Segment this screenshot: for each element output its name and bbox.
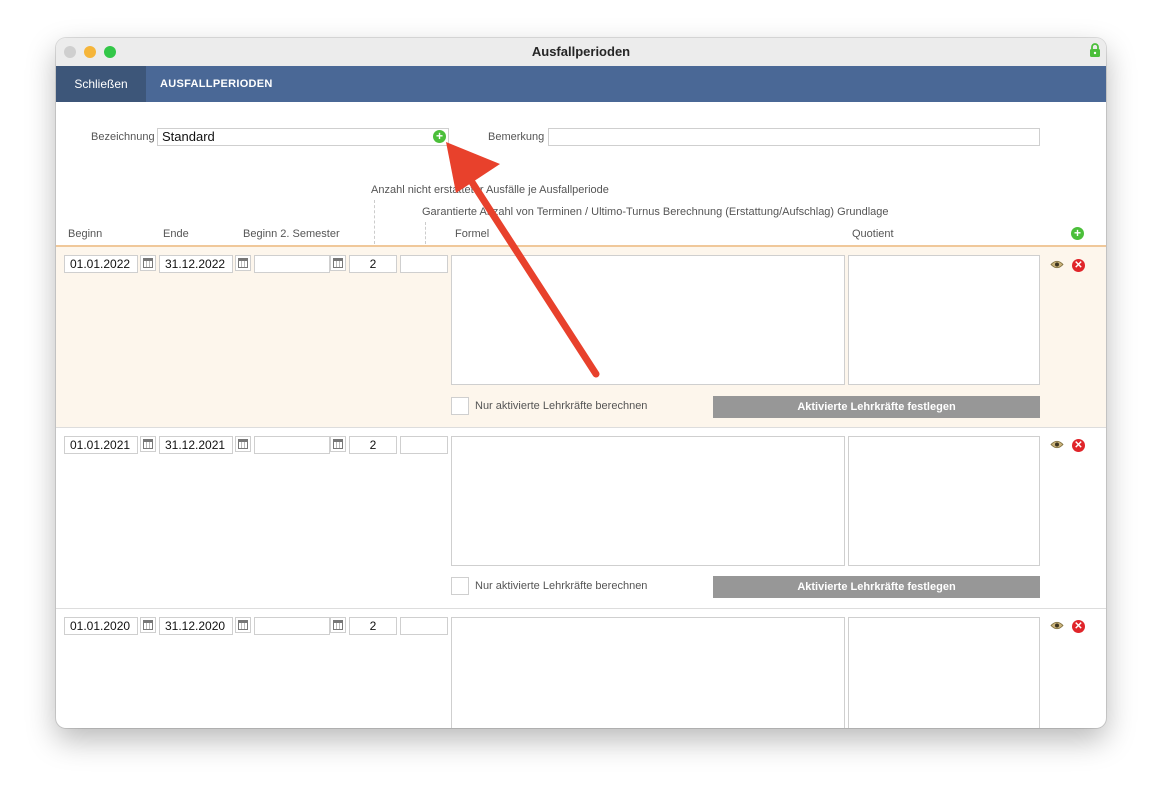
x-circle-icon[interactable]: ✕	[1072, 259, 1085, 272]
column-beginn: Beginn	[68, 228, 103, 240]
calendar-icon[interactable]	[235, 436, 251, 452]
calendar-icon[interactable]	[330, 436, 346, 452]
eye-icon[interactable]	[1050, 621, 1064, 630]
anzahl-hint: Anzahl nicht erstatteter Ausfälle je Aus…	[371, 184, 609, 196]
period-row: 01.01.2022 31.12.2022 2 Nur aktivierte L…	[56, 245, 1106, 427]
bezeichnung-label: Bezeichnung	[91, 131, 155, 143]
section-title: AUSFALLPERIODEN	[160, 78, 273, 90]
calendar-icon[interactable]	[330, 255, 346, 271]
calendar-icon[interactable]	[140, 255, 156, 271]
close-button[interactable]: Schließen	[56, 66, 146, 102]
anzahl-input[interactable]: 2	[349, 255, 397, 273]
column-quotient: Quotient	[852, 228, 894, 240]
anzahl-input[interactable]: 2	[349, 617, 397, 635]
column-beginn-2-semester: Beginn 2. Semester	[243, 228, 340, 240]
nur-aktivierte-checkbox[interactable]	[451, 397, 469, 415]
formel-textarea[interactable]	[451, 255, 845, 385]
x-circle-icon[interactable]: ✕	[1072, 620, 1085, 633]
lock-icon[interactable]	[1088, 42, 1102, 58]
window-title: Ausfallperioden	[531, 44, 631, 59]
ende-input[interactable]: 31.12.2022	[159, 255, 233, 273]
calendar-icon[interactable]	[235, 255, 251, 271]
garantiert-input[interactable]	[400, 436, 448, 454]
beginn-2-semester-input[interactable]	[254, 617, 330, 635]
anzahl-column-guide	[374, 200, 375, 244]
nur-aktivierte-checkbox[interactable]	[451, 577, 469, 595]
garantierte-hint: Garantierte Anzahl von Terminen / Ultimo…	[422, 206, 889, 218]
column-ende: Ende	[163, 228, 189, 240]
app-window: Ausfallperioden Schließen AUSFALLPERIODE…	[56, 38, 1106, 728]
calendar-icon[interactable]	[330, 617, 346, 633]
anzahl-input[interactable]: 2	[349, 436, 397, 454]
aktivierte-lehrkraefte-button[interactable]: Aktivierte Lehrkräfte festlegen	[713, 396, 1040, 418]
beginn-2-semester-input[interactable]	[254, 255, 330, 273]
quotient-textarea[interactable]	[848, 617, 1040, 728]
calendar-icon[interactable]	[235, 617, 251, 633]
period-row: 01.01.2020 31.12.2020 2 ✕	[56, 608, 1106, 728]
bemerkung-label: Bemerkung	[488, 131, 545, 143]
formel-textarea[interactable]	[451, 436, 845, 566]
beginn-input[interactable]: 01.01.2021	[64, 436, 138, 454]
aktivierte-lehrkraefte-button[interactable]: Aktivierte Lehrkräfte festlegen	[713, 576, 1040, 598]
eye-icon[interactable]	[1050, 260, 1064, 269]
add-period-icon[interactable]: +	[1071, 227, 1084, 240]
garantierte-column-guide	[425, 222, 426, 244]
toolbar: Schließen AUSFALLPERIODEN	[56, 66, 1106, 102]
title-bar: Ausfallperioden	[56, 38, 1106, 67]
quotient-textarea[interactable]	[848, 255, 1040, 385]
garantiert-input[interactable]	[400, 617, 448, 635]
add-bezeichnung-icon[interactable]: +	[433, 130, 446, 143]
bemerkung-input[interactable]	[548, 128, 1040, 146]
formel-textarea[interactable]	[451, 617, 845, 728]
garantiert-input[interactable]	[400, 255, 448, 273]
ende-input[interactable]: 31.12.2021	[159, 436, 233, 454]
quotient-textarea[interactable]	[848, 436, 1040, 566]
period-row: 01.01.2021 31.12.2021 2 Nur aktivierte L…	[56, 427, 1106, 608]
bezeichnung-input[interactable]: Standard	[157, 128, 449, 146]
beginn-input[interactable]: 01.01.2022	[64, 255, 138, 273]
beginn-input[interactable]: 01.01.2020	[64, 617, 138, 635]
ende-input[interactable]: 31.12.2020	[159, 617, 233, 635]
calendar-icon[interactable]	[140, 436, 156, 452]
eye-icon[interactable]	[1050, 440, 1064, 449]
column-formel: Formel	[455, 228, 490, 240]
nur-aktivierte-label: Nur aktivierte Lehrkräfte berechnen	[475, 580, 648, 592]
calendar-icon[interactable]	[140, 617, 156, 633]
x-circle-icon[interactable]: ✕	[1072, 439, 1085, 452]
nur-aktivierte-label: Nur aktivierte Lehrkräfte berechnen	[475, 400, 648, 412]
beginn-2-semester-input[interactable]	[254, 436, 330, 454]
